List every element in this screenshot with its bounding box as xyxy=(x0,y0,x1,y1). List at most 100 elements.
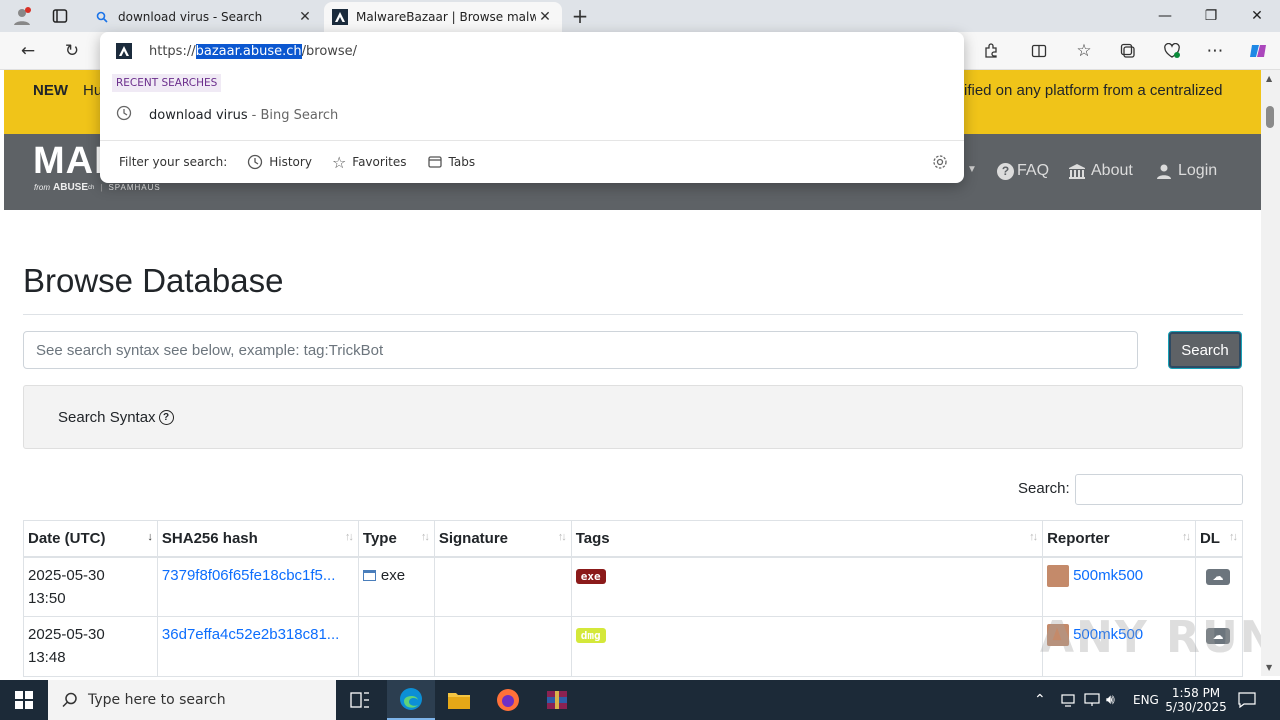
site-favicon xyxy=(116,43,132,59)
recent-search-item[interactable]: download virus - Bing Search xyxy=(100,102,964,128)
table-search-input[interactable] xyxy=(1075,474,1243,505)
tag-badge[interactable]: exe xyxy=(575,568,606,584)
avatar xyxy=(1047,564,1070,587)
filter-tabs[interactable]: Tabs xyxy=(427,154,475,170)
search-button[interactable]: Search xyxy=(1168,331,1242,369)
filter-history[interactable]: History xyxy=(247,154,312,170)
url-host: bazaar.abuse.ch xyxy=(195,43,302,59)
refresh-button[interactable]: ↻ xyxy=(57,36,87,66)
page-scrollbar[interactable]: ▲ ▼ xyxy=(1261,70,1280,676)
signature-cell xyxy=(433,556,572,617)
sort-icon: ↑↓ xyxy=(557,531,567,543)
language-indicator[interactable]: ENG xyxy=(1133,680,1159,720)
more-options-icon[interactable]: ⋯ xyxy=(1200,36,1230,66)
nav-faq[interactable]: ? FAQ xyxy=(997,162,1049,180)
building-icon xyxy=(1069,164,1085,179)
star-icon: ☆ xyxy=(331,152,347,172)
filter-bar: Filter your search: History ☆ Favorites … xyxy=(100,140,964,183)
tabs-icon xyxy=(427,156,442,168)
address-bar-dropdown: https://bazaar.abuse.ch/browse/ RECENT S… xyxy=(100,32,964,183)
malwarebazaar-favicon xyxy=(332,9,348,25)
start-button[interactable] xyxy=(0,680,48,720)
type-cell xyxy=(357,616,435,677)
tab-close-icon[interactable]: ✕ xyxy=(536,9,554,25)
anyrun-watermark: ANY RUN xyxy=(1040,612,1279,663)
download-cloud-icon[interactable]: ☁ xyxy=(1205,568,1230,585)
edge-taskbar-icon[interactable] xyxy=(387,680,435,720)
sha256-link[interactable]: 36d7effa4c52e2b318c81... xyxy=(162,626,339,643)
sha256-link[interactable]: 7379f8f06f65fe18cbc1f5... xyxy=(162,567,335,584)
profile-icon[interactable] xyxy=(8,0,36,32)
filter-label: Filter your search: xyxy=(119,155,228,169)
reporter-cell: 500mk500 xyxy=(1042,556,1196,617)
column-header-type[interactable]: Type ↑↓ xyxy=(357,520,435,558)
split-screen-icon[interactable] xyxy=(1024,36,1054,66)
column-header-signature[interactable]: Signature ↑↓ xyxy=(433,520,572,558)
task-view-icon[interactable] xyxy=(336,680,384,720)
recent-searches-label: RECENT SEARCHES xyxy=(112,74,222,92)
question-circle-icon: ? xyxy=(997,162,1014,180)
scroll-thumb[interactable] xyxy=(1266,106,1274,128)
clock-time: 1:58 PM xyxy=(1171,686,1221,700)
winrar-icon[interactable] xyxy=(533,680,581,720)
minimize-button[interactable]: — xyxy=(1142,0,1188,32)
filter-favorites[interactable]: ☆ Favorites xyxy=(332,153,407,172)
network-icon[interactable] xyxy=(1060,680,1076,720)
firefox-icon[interactable] xyxy=(484,680,532,720)
volume-icon[interactable]: 🔊︎ xyxy=(1106,680,1115,720)
column-header-tags[interactable]: Tags ↑↓ xyxy=(570,520,1044,558)
column-header-reporter[interactable]: Reporter ↑↓ xyxy=(1042,520,1196,558)
banner-new-label: NEW xyxy=(33,82,68,99)
column-header-sha256[interactable]: SHA256 hash ↑↓ xyxy=(156,520,359,558)
recent-search-source: - Bing Search xyxy=(251,107,339,123)
tab-malwarebazaar[interactable]: MalwareBazaar | Browse malware ✕ xyxy=(324,2,562,32)
back-button[interactable]: ← xyxy=(13,36,43,66)
recent-search-text: download virus xyxy=(149,107,248,123)
tag-badge[interactable]: dmg xyxy=(575,628,606,643)
notification-icon[interactable] xyxy=(1238,680,1256,720)
windows-taskbar: Type here to search ⌃ 🔊︎ ENG 1:58 PM 5/3… xyxy=(0,680,1280,720)
copilot-icon[interactable] xyxy=(1243,36,1273,66)
search-syntax-toggle[interactable]: Search Syntax ? xyxy=(23,385,1243,449)
nav-login[interactable]: Login xyxy=(1156,162,1217,180)
tab-search[interactable]: download virus - Search ✕ xyxy=(86,2,322,32)
database-search-input[interactable] xyxy=(23,331,1138,369)
hash-cell: 7379f8f06f65fe18cbc1f5... xyxy=(156,556,359,617)
main-content: Browse Database Search Search Syntax ? S… xyxy=(4,210,1261,677)
column-header-date[interactable]: Date (UTC) ↓ xyxy=(23,520,158,558)
browser-essentials-icon[interactable] xyxy=(1157,36,1187,66)
tags-cell: dmg xyxy=(570,616,1044,677)
table-row: 2025-05-30 13:50 7379f8f06f65fe18cbc1f5..… xyxy=(23,556,1244,617)
reporter-link[interactable]: 500mk500 xyxy=(1073,567,1143,584)
tab-actions-icon[interactable] xyxy=(46,0,74,32)
taskbar-search[interactable]: Type here to search xyxy=(48,680,336,720)
clock[interactable]: 1:58 PM 5/30/2025 xyxy=(1165,680,1227,720)
nav-about[interactable]: About xyxy=(1068,162,1133,180)
extensions-icon[interactable] xyxy=(976,36,1006,66)
sort-icon: ↑↓ xyxy=(1229,531,1238,543)
address-bar[interactable]: https://bazaar.abuse.ch/browse/ xyxy=(116,41,357,61)
tags-cell: exe xyxy=(570,556,1044,617)
column-header-dl[interactable]: DL ↑↓ xyxy=(1194,520,1244,558)
question-circle-icon: ? xyxy=(158,409,174,425)
sort-desc-icon: ↓ xyxy=(147,531,152,543)
date-cell: 2025-05-30 13:50 xyxy=(23,556,158,617)
collections-icon[interactable] xyxy=(1113,36,1143,66)
favorites-star-icon[interactable]: ☆ xyxy=(1069,36,1099,66)
scroll-up-arrow[interactable]: ▲ xyxy=(1266,74,1272,83)
close-window-button[interactable]: ✕ xyxy=(1234,0,1280,32)
scroll-down-arrow[interactable]: ▼ xyxy=(1266,663,1272,672)
monitor-icon[interactable] xyxy=(1084,680,1100,720)
browser-tab-bar: download virus - Search ✕ MalwareBazaar … xyxy=(0,0,1280,32)
nav-dropdown-caret[interactable]: ▼ xyxy=(967,164,977,175)
tab-close-icon[interactable]: ✕ xyxy=(296,9,314,25)
show-hidden-icons[interactable]: ⌃ xyxy=(1034,680,1046,720)
file-icon xyxy=(362,570,376,582)
table-search-label: Search: xyxy=(1018,480,1070,497)
restore-button[interactable]: ❐ xyxy=(1188,0,1234,32)
abuse-ch-logo: from ABUSE ch | SPAMHAUS xyxy=(34,182,161,193)
file-explorer-icon[interactable] xyxy=(435,680,483,720)
new-tab-button[interactable]: + xyxy=(568,0,592,32)
sort-icon: ↑↓ xyxy=(344,531,354,543)
settings-gear-icon[interactable] xyxy=(932,154,948,173)
